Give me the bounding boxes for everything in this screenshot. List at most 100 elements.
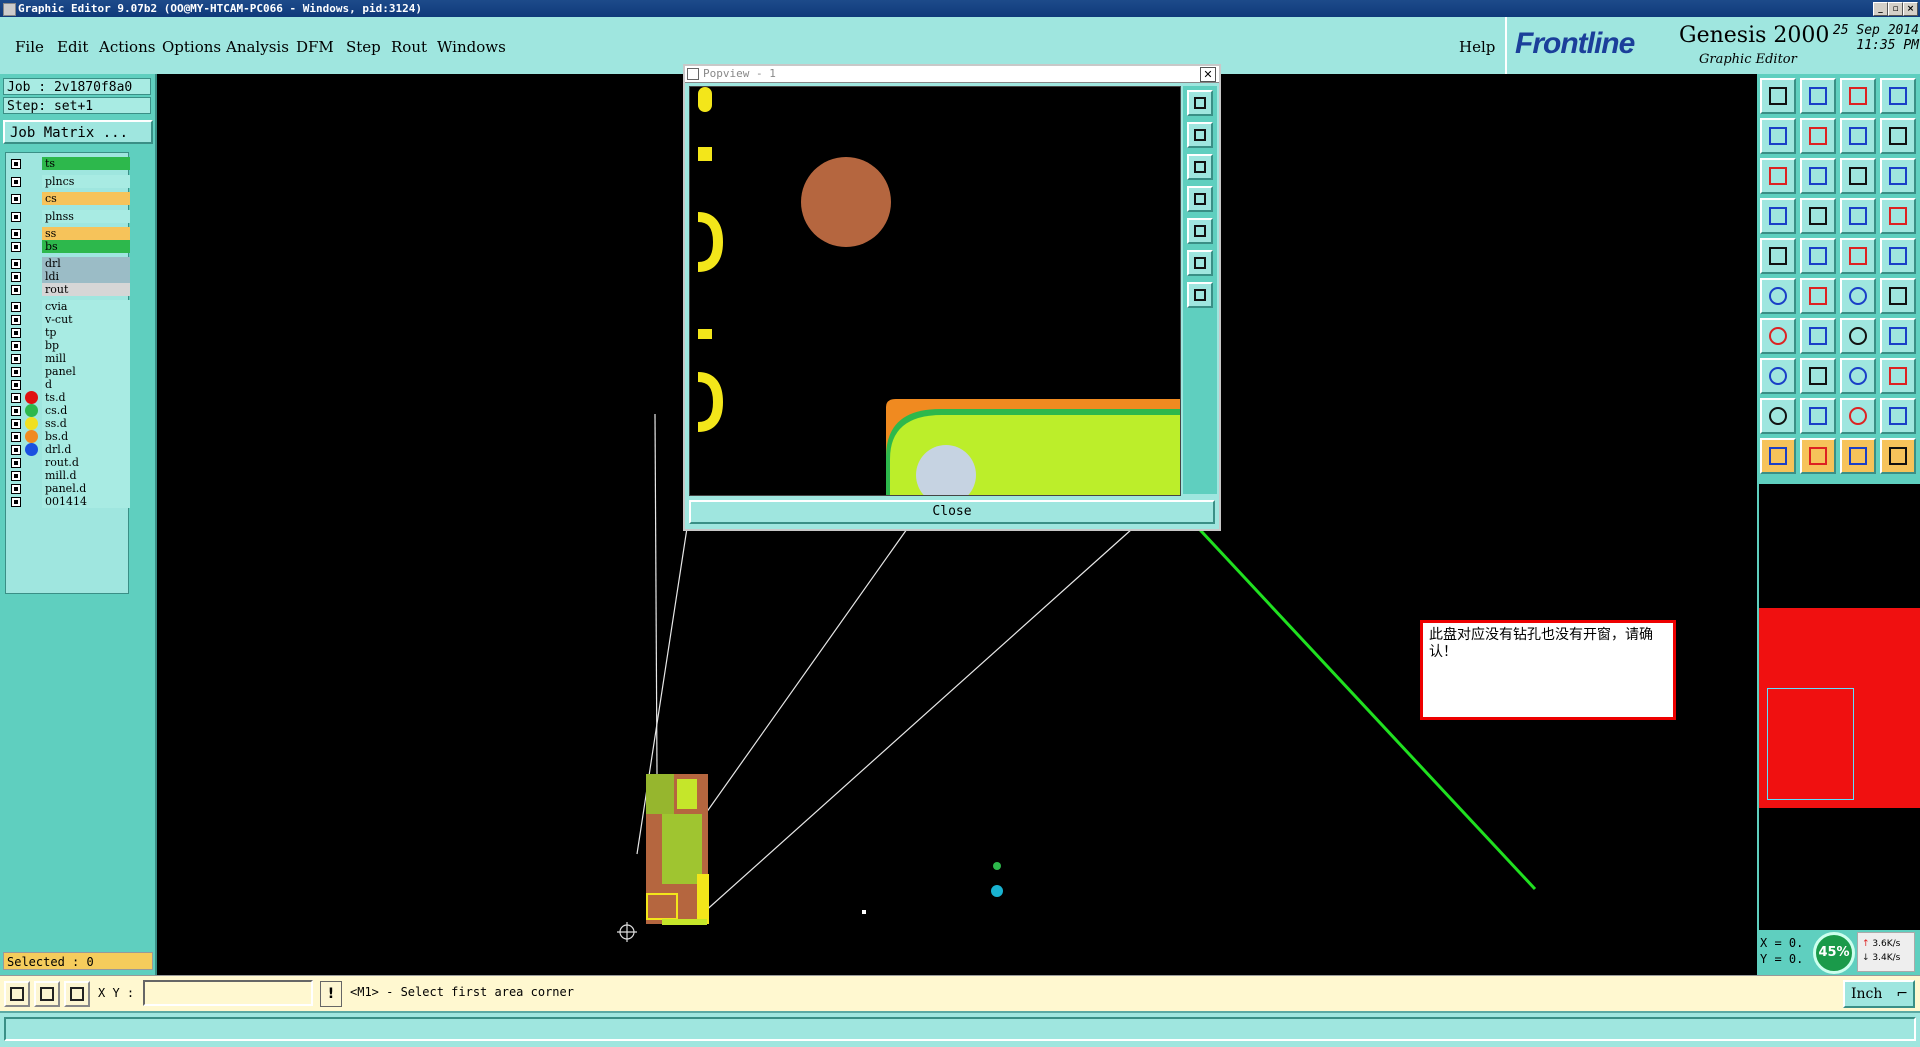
layer-row[interactable]: d	[8, 378, 130, 392]
layer-row[interactable]: plncs	[8, 175, 130, 189]
layer-checkbox[interactable]	[11, 229, 21, 239]
menu-windows[interactable]: Windows	[437, 38, 506, 56]
layer-checkbox[interactable]	[11, 380, 21, 390]
tool-button[interactable]	[1760, 118, 1796, 154]
layer-row[interactable]: 001414	[8, 495, 130, 509]
xy-input[interactable]	[143, 980, 313, 1006]
tool-button[interactable]	[1840, 198, 1876, 234]
tool-button[interactable]	[1800, 358, 1836, 394]
popview-tool-home[interactable]	[1187, 282, 1213, 308]
layer-row[interactable]: bp	[8, 339, 130, 353]
tool-button[interactable]	[1760, 78, 1796, 114]
tool-button[interactable]	[1880, 438, 1916, 474]
layer-row[interactable]: cs.d	[8, 404, 130, 418]
layer-row[interactable]: rout	[8, 283, 130, 297]
popview-canvas[interactable]	[689, 86, 1181, 496]
close-window-button[interactable]: ×	[1903, 2, 1918, 16]
tool-button[interactable]	[1760, 318, 1796, 354]
layer-row[interactable]: drl	[8, 257, 130, 271]
tool-button[interactable]	[1880, 238, 1916, 274]
tool-button[interactable]	[1800, 158, 1836, 194]
tool-button[interactable]	[1800, 278, 1836, 314]
popview-close-icon[interactable]: ✕	[1200, 67, 1216, 82]
tool-button[interactable]	[1840, 278, 1876, 314]
layer-row[interactable]: ldi	[8, 270, 130, 284]
tool-button[interactable]	[1840, 78, 1876, 114]
popview-tool-down[interactable]	[1187, 154, 1213, 180]
layer-checkbox[interactable]	[11, 367, 21, 377]
overview-panel[interactable]	[1757, 484, 1920, 930]
job-matrix-button[interactable]: Job Matrix ...	[3, 120, 153, 144]
popview-close-button[interactable]: Close	[689, 500, 1215, 524]
popview-tool-fit[interactable]	[1187, 250, 1213, 276]
layer-checkbox[interactable]	[11, 194, 21, 204]
layer-row[interactable]: plnss	[8, 210, 130, 224]
tool-button[interactable]	[1800, 238, 1836, 274]
tool-button[interactable]	[1840, 318, 1876, 354]
tool-button[interactable]	[1880, 198, 1916, 234]
layer-row[interactable]: mill.d	[8, 469, 130, 483]
menu-rout[interactable]: Rout	[391, 38, 427, 56]
popview-tool-right[interactable]	[1187, 218, 1213, 244]
layer-row[interactable]: cvia	[8, 300, 130, 314]
menu-help[interactable]: Help	[1459, 38, 1495, 56]
minimize-button[interactable]: _	[1873, 2, 1888, 16]
popview-tool-up[interactable]	[1187, 122, 1213, 148]
layer-checkbox[interactable]	[11, 458, 21, 468]
layer-row[interactable]: tp	[8, 326, 130, 340]
layer-checkbox[interactable]	[11, 406, 21, 416]
menu-file[interactable]: File	[15, 38, 44, 56]
layer-checkbox[interactable]	[11, 285, 21, 295]
menu-edit[interactable]: Edit	[57, 38, 88, 56]
tool-button[interactable]	[1880, 78, 1916, 114]
tool-button[interactable]	[1880, 278, 1916, 314]
menu-actions[interactable]: Actions	[99, 38, 155, 56]
tool-button[interactable]	[1840, 398, 1876, 434]
tool-button[interactable]	[1840, 158, 1876, 194]
layer-row[interactable]: cs	[8, 192, 130, 206]
tool-button[interactable]	[1760, 278, 1796, 314]
tool-button[interactable]	[1760, 158, 1796, 194]
tool-button[interactable]	[1760, 358, 1796, 394]
grid-tool-button[interactable]	[64, 981, 90, 1007]
layer-checkbox[interactable]	[11, 242, 21, 252]
menu-dfm[interactable]: DFM	[296, 38, 334, 56]
cross-tool-button[interactable]	[34, 981, 60, 1007]
layer-checkbox[interactable]	[11, 212, 21, 222]
tool-button[interactable]	[1880, 118, 1916, 154]
layer-checkbox[interactable]	[11, 432, 21, 442]
menu-analysis[interactable]: Analysis	[226, 38, 289, 56]
layer-checkbox[interactable]	[11, 497, 21, 507]
layer-checkbox[interactable]	[11, 354, 21, 364]
layer-checkbox[interactable]	[11, 393, 21, 403]
layer-checkbox[interactable]	[11, 259, 21, 269]
layer-checkbox[interactable]	[11, 484, 21, 494]
tool-button[interactable]	[1800, 198, 1836, 234]
tool-button[interactable]	[1760, 438, 1796, 474]
menu-options[interactable]: Options	[162, 38, 221, 56]
layer-row[interactable]: ts	[8, 157, 130, 171]
tool-button[interactable]	[1800, 318, 1836, 354]
layer-checkbox[interactable]	[11, 341, 21, 351]
tool-button[interactable]	[1800, 398, 1836, 434]
tool-button[interactable]	[1760, 398, 1796, 434]
layer-checkbox[interactable]	[11, 419, 21, 429]
tool-button[interactable]	[1840, 358, 1876, 394]
command-line[interactable]	[4, 1017, 1916, 1041]
layer-checkbox[interactable]	[11, 471, 21, 481]
layer-checkbox[interactable]	[11, 272, 21, 282]
tool-button[interactable]	[1840, 438, 1876, 474]
layer-row[interactable]: ss	[8, 227, 130, 241]
tool-button[interactable]	[1880, 158, 1916, 194]
tool-button[interactable]	[1800, 438, 1836, 474]
units-dropdown[interactable]: Inch ⌐	[1843, 980, 1915, 1008]
menu-step[interactable]: Step	[346, 38, 381, 56]
restore-button[interactable]: ▫	[1888, 2, 1903, 16]
popview-tool-left[interactable]	[1187, 186, 1213, 212]
tool-button[interactable]	[1800, 118, 1836, 154]
layer-row[interactable]: v-cut	[8, 313, 130, 327]
tool-button[interactable]	[1880, 318, 1916, 354]
tool-button[interactable]	[1840, 238, 1876, 274]
layer-checkbox[interactable]	[11, 315, 21, 325]
layer-checkbox[interactable]	[11, 302, 21, 312]
